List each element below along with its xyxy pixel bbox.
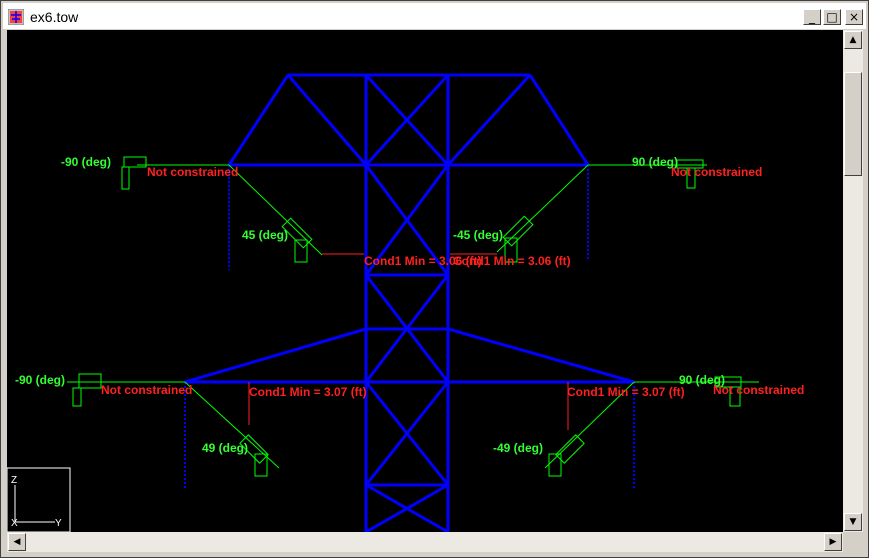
angle-label-upper-left-inner: 45 (deg) <box>242 228 288 242</box>
angle-label-upper-right-inner: -45 (deg) <box>453 228 503 242</box>
window-title: ex6.tow <box>30 9 79 25</box>
tower-structure <box>184 73 635 532</box>
close-button[interactable]: × <box>845 9 863 25</box>
angle-label-lower-right-inner: -49 (deg) <box>493 441 543 455</box>
scroll-right-button[interactable]: ▶ <box>824 533 842 551</box>
status-label-upper-right-inner: Cond1 Min = 3.06 (ft) <box>453 254 571 268</box>
axis-triad: Z X Y <box>7 467 71 532</box>
maximize-button[interactable]: □ <box>823 9 841 25</box>
status-label-lower-left-inner: Cond1 Min = 3.07 (ft) <box>249 385 367 399</box>
status-label-lower-right-inner: Cond1 Min = 3.07 (ft) <box>567 385 685 399</box>
axis-y-label: Y <box>55 518 62 529</box>
axis-z-label: Z <box>11 475 17 486</box>
size-grip[interactable] <box>843 532 863 552</box>
tower-drawing: -90 (deg) 90 (deg) 45 (deg) -45 (deg) -9… <box>7 73 804 532</box>
clearance-lines <box>248 253 569 430</box>
status-label-lower-left-outer: Not constrained <box>101 383 192 397</box>
angle-label-lower-left-outer: -90 (deg) <box>15 373 65 387</box>
tower-app-icon <box>8 9 24 25</box>
title-bar[interactable]: ex6.tow _ □ × <box>3 3 866 29</box>
application-window: ex6.tow _ □ × -90 (deg) 90 (deg) 45 (deg… <box>0 0 869 558</box>
scroll-down-button[interactable]: ▼ <box>844 513 862 531</box>
angle-label-lower-left-inner: 49 (deg) <box>202 441 248 455</box>
vertical-scroll-thumb[interactable] <box>844 72 862 176</box>
vertical-scrollbar[interactable]: ▲ ▼ <box>843 30 863 532</box>
horizontal-scrollbar[interactable]: ◀ ▶ <box>7 532 843 552</box>
scroll-up-button[interactable]: ▲ <box>844 31 862 49</box>
status-label-lower-right-outer: Not constrained <box>713 383 804 397</box>
minimize-button[interactable]: _ <box>803 9 821 25</box>
axis-x-label: X <box>11 518 18 529</box>
status-label-upper-left-outer: Not constrained <box>147 165 238 179</box>
angle-label-upper-left-outer: -90 (deg) <box>61 155 111 169</box>
scroll-left-button[interactable]: ◀ <box>8 533 26 551</box>
status-label-upper-right-outer: Not constrained <box>671 165 762 179</box>
tower-view-canvas[interactable]: -90 (deg) 90 (deg) 45 (deg) -45 (deg) -9… <box>7 30 843 532</box>
